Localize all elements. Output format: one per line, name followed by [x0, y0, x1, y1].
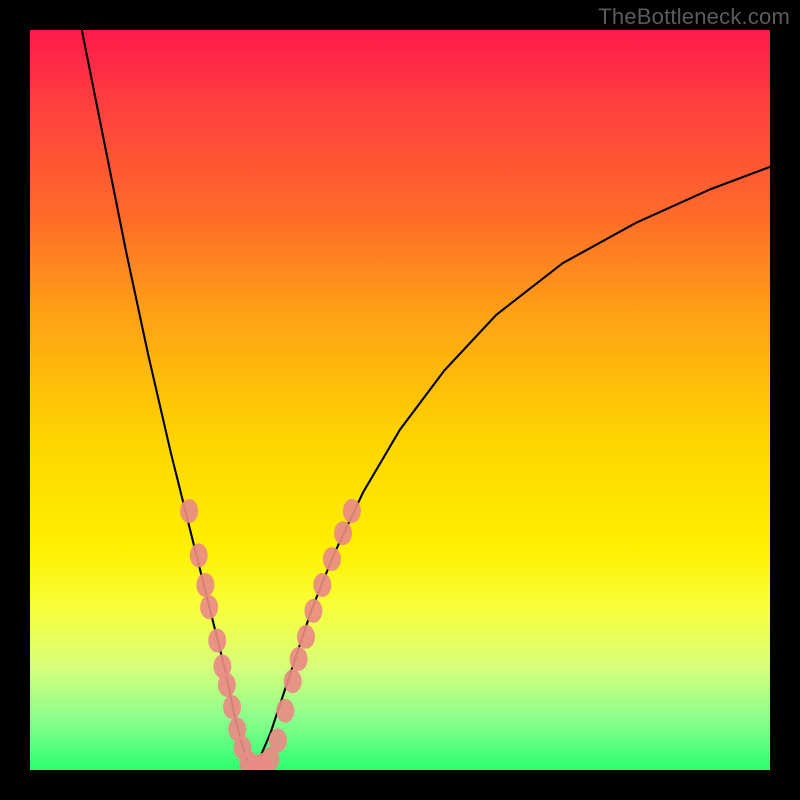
marker-point — [313, 573, 331, 597]
marker-point — [208, 629, 226, 653]
marker-point — [218, 673, 236, 697]
marker-point — [200, 595, 218, 619]
marker-point — [196, 573, 214, 597]
marker-point — [276, 699, 294, 723]
marker-group — [180, 499, 361, 770]
marker-point — [323, 547, 341, 571]
chart-frame: TheBottleneck.com — [0, 0, 800, 800]
marker-point — [290, 647, 308, 671]
marker-point — [180, 499, 198, 523]
marker-point — [304, 599, 322, 623]
right-curve — [252, 167, 770, 770]
marker-point — [190, 543, 208, 567]
watermark-text: TheBottleneck.com — [598, 4, 790, 30]
marker-point — [223, 695, 241, 719]
chart-svg — [30, 30, 770, 770]
marker-point — [284, 669, 302, 693]
plot-area — [30, 30, 770, 770]
marker-point — [269, 728, 287, 752]
marker-point — [343, 499, 361, 523]
marker-point — [334, 521, 352, 545]
marker-point — [297, 625, 315, 649]
